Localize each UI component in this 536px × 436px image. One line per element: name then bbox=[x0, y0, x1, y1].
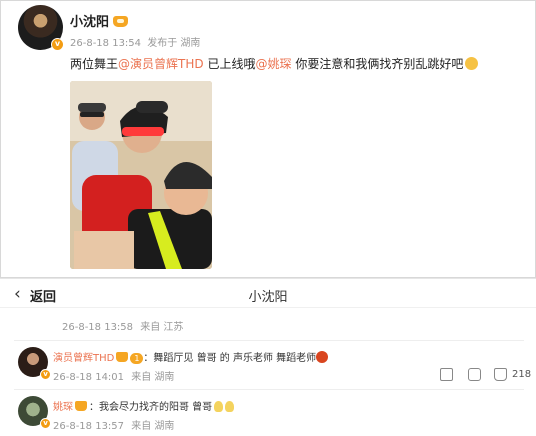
comment-source: 来自 湖南 bbox=[131, 372, 175, 383]
divider bbox=[14, 340, 524, 341]
vip-crown-icon bbox=[75, 401, 87, 411]
post-meta: 26-8-18 13:54 发布于 湖南 bbox=[70, 34, 203, 49]
divider bbox=[14, 389, 524, 390]
verified-badge-icon: v bbox=[40, 369, 51, 380]
thread-date: 26-8-18 13:58 bbox=[62, 322, 134, 333]
lightbulb-emoji-icon bbox=[225, 401, 235, 412]
nav-bar: ‹ 返回 小沈阳 bbox=[0, 278, 536, 308]
post-text-prefix: 两位舞王 bbox=[70, 57, 119, 71]
post-date: 26-8-18 13:54 bbox=[70, 38, 142, 49]
post-author[interactable]: 小沈阳 bbox=[70, 11, 129, 30]
fan-level-badge: 1 bbox=[130, 353, 144, 364]
author-avatar[interactable]: v bbox=[18, 5, 64, 51]
laugh-emoji-icon bbox=[465, 57, 479, 70]
post-source: 发布于 湖南 bbox=[147, 38, 201, 49]
vip-crown-icon bbox=[113, 16, 129, 27]
comment-date: 26-8-18 13:57 bbox=[53, 421, 125, 432]
thread-meta: 26-8-18 13:58 来自 江苏 bbox=[62, 318, 187, 333]
comment-content: 姚琛 ：我会尽力找齐的阳哥 曾哥 bbox=[53, 398, 235, 413]
comment-meta: 26-8-18 13:57 来自 湖南 bbox=[53, 417, 178, 432]
comment-date: 26-8-18 14:01 bbox=[53, 372, 125, 383]
nav-title: 小沈阳 bbox=[248, 290, 288, 305]
comment-icon[interactable] bbox=[468, 368, 481, 381]
weibo-post: v 小沈阳 26-8-18 13:54 发布于 湖南 两位舞王@演员曾辉THD … bbox=[0, 0, 536, 278]
like-count: 218 bbox=[512, 369, 532, 380]
commenter-name[interactable]: 姚琛 bbox=[53, 402, 73, 413]
thread-source: 来自 江苏 bbox=[140, 322, 184, 333]
comment-text: ：我会尽力找齐的阳哥 曾哥 bbox=[89, 402, 213, 413]
post-text-suffix: 你要注意和我俩找齐别乱跳好吧 bbox=[295, 57, 464, 71]
share-icon[interactable] bbox=[440, 368, 453, 381]
commenter-name[interactable]: 演员曾辉THD bbox=[53, 353, 114, 364]
verified-badge-icon: v bbox=[51, 38, 64, 51]
author-name[interactable]: 小沈阳 bbox=[70, 15, 109, 30]
post-photo[interactable] bbox=[70, 81, 212, 269]
comment-source: 来自 湖南 bbox=[131, 421, 175, 432]
verified-badge-icon: v bbox=[40, 418, 51, 429]
post-text: 两位舞王@演员曾辉THD 已上线哦@姚琛 你要注意和我俩找齐别乱跳好吧 bbox=[70, 55, 479, 72]
mention-link-2[interactable]: @姚琛 bbox=[255, 57, 291, 71]
lightbulb-emoji-icon bbox=[214, 401, 224, 412]
like-icon[interactable] bbox=[494, 368, 507, 381]
comment-text: ：舞蹈厅见 曾哥 的 声乐老师 舞蹈老师 bbox=[143, 353, 317, 364]
mention-link-1[interactable]: @演员曾辉THD bbox=[118, 57, 204, 71]
comment-meta: 26-8-18 14:01 来自 湖南 bbox=[53, 368, 178, 383]
selfie-photo-illustration bbox=[70, 81, 212, 269]
comment-avatar[interactable]: v bbox=[18, 347, 51, 380]
comment-content: 演员曾辉THD 1 ：舞蹈厅见 曾哥 的 声乐老师 舞蹈老师 bbox=[53, 349, 329, 364]
comment-avatar[interactable]: v bbox=[18, 396, 51, 429]
ball-emoji-icon bbox=[316, 351, 329, 363]
vip-crown-icon bbox=[116, 352, 129, 362]
post-text-mid: 已上线哦 bbox=[207, 57, 256, 71]
